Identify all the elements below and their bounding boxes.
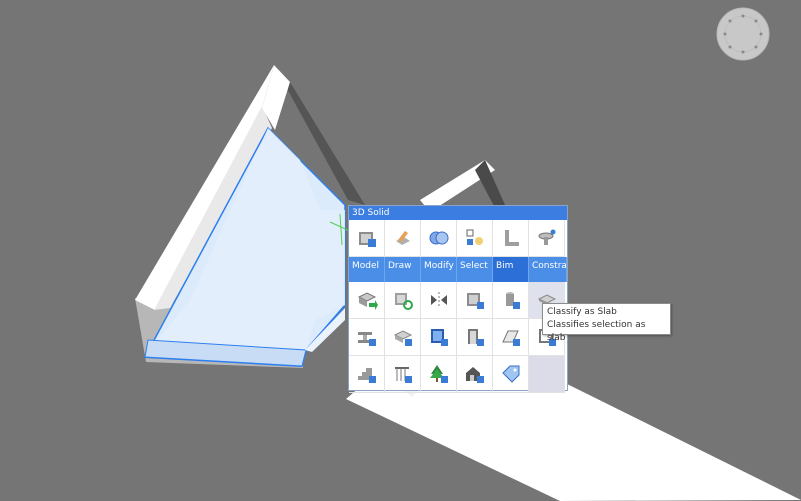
bim-export-icon[interactable] <box>349 282 385 319</box>
constraint-icon[interactable] <box>529 220 565 257</box>
select-similar-icon[interactable] <box>457 220 493 257</box>
l-shape-profile-icon[interactable] <box>493 220 529 257</box>
tooltip: Classify as Slab Classifies selection as… <box>542 303 671 343</box>
tab-modify[interactable]: Modify <box>421 257 457 282</box>
quad-title: 3D Solid <box>349 206 567 220</box>
classify-door-icon[interactable] <box>457 319 493 356</box>
classify-wall-icon[interactable] <box>457 282 493 319</box>
classify-generic-icon[interactable] <box>385 319 421 356</box>
tab-bim[interactable]: Bim <box>493 257 529 282</box>
quad-menu: 3D Solid Model Draw Modify Select Bim Co… <box>348 205 568 393</box>
tab-select[interactable]: Select <box>457 257 493 282</box>
draw-solid-icon[interactable] <box>385 220 421 257</box>
bim-refresh-icon[interactable] <box>385 282 421 319</box>
tab-constraints[interactable]: Constraints <box>529 257 567 282</box>
classify-railing-icon[interactable] <box>385 356 421 393</box>
tooltip-description: Classifies selection as slab <box>547 320 646 343</box>
union-icon[interactable] <box>421 220 457 257</box>
classify-window-icon[interactable] <box>421 319 457 356</box>
tab-draw[interactable]: Draw <box>385 257 421 282</box>
quad-tab-bar: Model Draw Modify Select Bim Constraints <box>349 257 567 282</box>
classify-column-icon[interactable] <box>493 282 529 319</box>
classify-building-icon[interactable] <box>457 356 493 393</box>
empty-slot <box>529 356 565 393</box>
mirror-icon[interactable] <box>421 282 457 319</box>
tooltip-title: Classify as Slab <box>547 307 617 317</box>
classify-tree-icon[interactable] <box>421 356 457 393</box>
classify-beam-icon[interactable] <box>349 319 385 356</box>
navigation-wheel[interactable] <box>716 7 770 61</box>
tag-icon[interactable] <box>493 356 529 393</box>
bim-wall-icon[interactable] <box>349 220 385 257</box>
classify-stair-icon[interactable] <box>349 356 385 393</box>
classify-plate-icon[interactable] <box>493 319 529 356</box>
tab-model[interactable]: Model <box>349 257 385 282</box>
